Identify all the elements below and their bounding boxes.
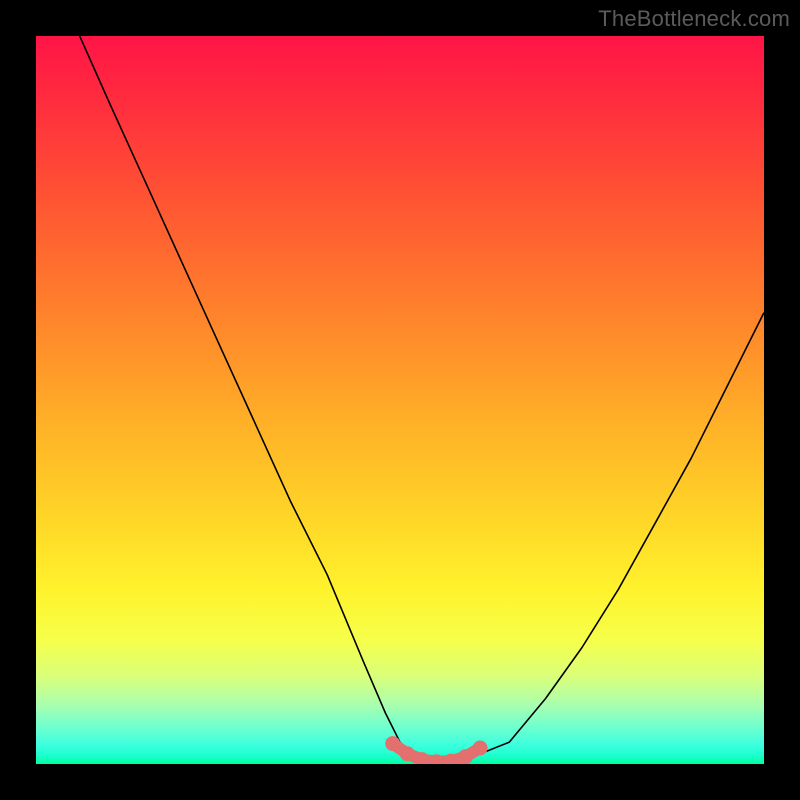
- optimal-range-dot: [473, 741, 488, 756]
- watermark-label: TheBottleneck.com: [598, 6, 790, 32]
- plot-area: [36, 36, 764, 764]
- bottleneck-curve: [80, 36, 764, 764]
- optimal-range-dot: [458, 749, 473, 764]
- curve-layer: [36, 36, 764, 764]
- optimal-range-dot: [400, 746, 415, 761]
- chart-frame: TheBottleneck.com: [0, 0, 800, 800]
- optimal-range-dot: [385, 736, 400, 751]
